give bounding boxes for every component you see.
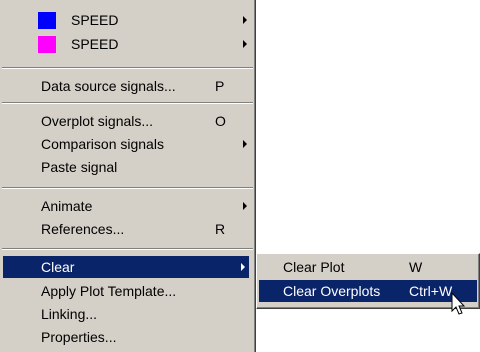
menu-item-speed-magenta[interactable]: SPEED: [3, 33, 252, 55]
mouse-pointer-icon: [451, 292, 466, 315]
menu-item-properties[interactable]: Properties...: [3, 326, 252, 348]
menu-item-references[interactable]: References... R: [3, 218, 252, 240]
submenu-arrow-icon: [243, 40, 247, 48]
menu-separator: [2, 248, 253, 250]
menu-item-speed-blue[interactable]: SPEED: [3, 9, 252, 31]
menu-item-label: Data source signals...: [41, 78, 176, 94]
clear-submenu: Clear Plot W Clear Overplots Ctrl+W: [256, 253, 480, 309]
context-menu: SPEED SPEED Data source signals... P Ove…: [0, 0, 256, 352]
menu-item-comparison-signals[interactable]: Comparison signals: [3, 133, 252, 155]
menu-item-label: Clear: [41, 259, 75, 275]
menu-item-apply-plot-template[interactable]: Apply Plot Template...: [3, 280, 252, 302]
menu-item-accelerator: P: [215, 78, 225, 94]
submenu-item-label: Clear Plot: [283, 259, 345, 275]
menu-separator: [2, 67, 253, 69]
menu-item-label: References...: [41, 221, 125, 237]
magenta-swatch-icon: [38, 36, 56, 53]
menu-item-data-source-signals[interactable]: Data source signals... P: [3, 75, 252, 97]
submenu-item-accelerator: Ctrl+W: [409, 283, 453, 299]
menu-item-label: Linking...: [41, 306, 98, 322]
submenu-arrow-icon: [243, 16, 247, 24]
submenu-arrow-icon: [243, 202, 247, 210]
submenu-item-clear-overplots[interactable]: Clear Overplots Ctrl+W: [259, 280, 477, 302]
menu-item-accelerator: O: [215, 113, 226, 129]
menu-item-paste-signal[interactable]: Paste signal: [3, 156, 252, 178]
menu-item-label: Comparison signals: [41, 136, 164, 152]
menu-separator: [2, 102, 253, 104]
submenu-item-label: Clear Overplots: [283, 283, 381, 299]
menu-item-accelerator: R: [215, 221, 226, 237]
menu-item-label: Apply Plot Template...: [41, 283, 177, 299]
menu-item-label: SPEED: [71, 12, 119, 28]
menu-separator: [2, 187, 253, 189]
menu-item-label: Paste signal: [41, 159, 118, 175]
submenu-arrow-icon: [243, 140, 247, 148]
menu-item-label: Animate: [41, 198, 93, 214]
menu-item-linking[interactable]: Linking...: [3, 303, 252, 325]
menu-item-label: Properties...: [41, 329, 117, 345]
submenu-arrow-icon: [241, 263, 245, 271]
blue-swatch-icon: [38, 12, 56, 29]
submenu-item-clear-plot[interactable]: Clear Plot W: [259, 256, 477, 278]
submenu-item-accelerator: W: [409, 259, 423, 275]
menu-item-label: SPEED: [71, 36, 119, 52]
menu-item-overplot-signals[interactable]: Overplot signals... O: [3, 110, 252, 132]
menu-item-clear[interactable]: Clear: [3, 256, 249, 278]
menu-item-label: Overplot signals...: [41, 113, 154, 129]
menu-item-animate[interactable]: Animate: [3, 195, 252, 217]
